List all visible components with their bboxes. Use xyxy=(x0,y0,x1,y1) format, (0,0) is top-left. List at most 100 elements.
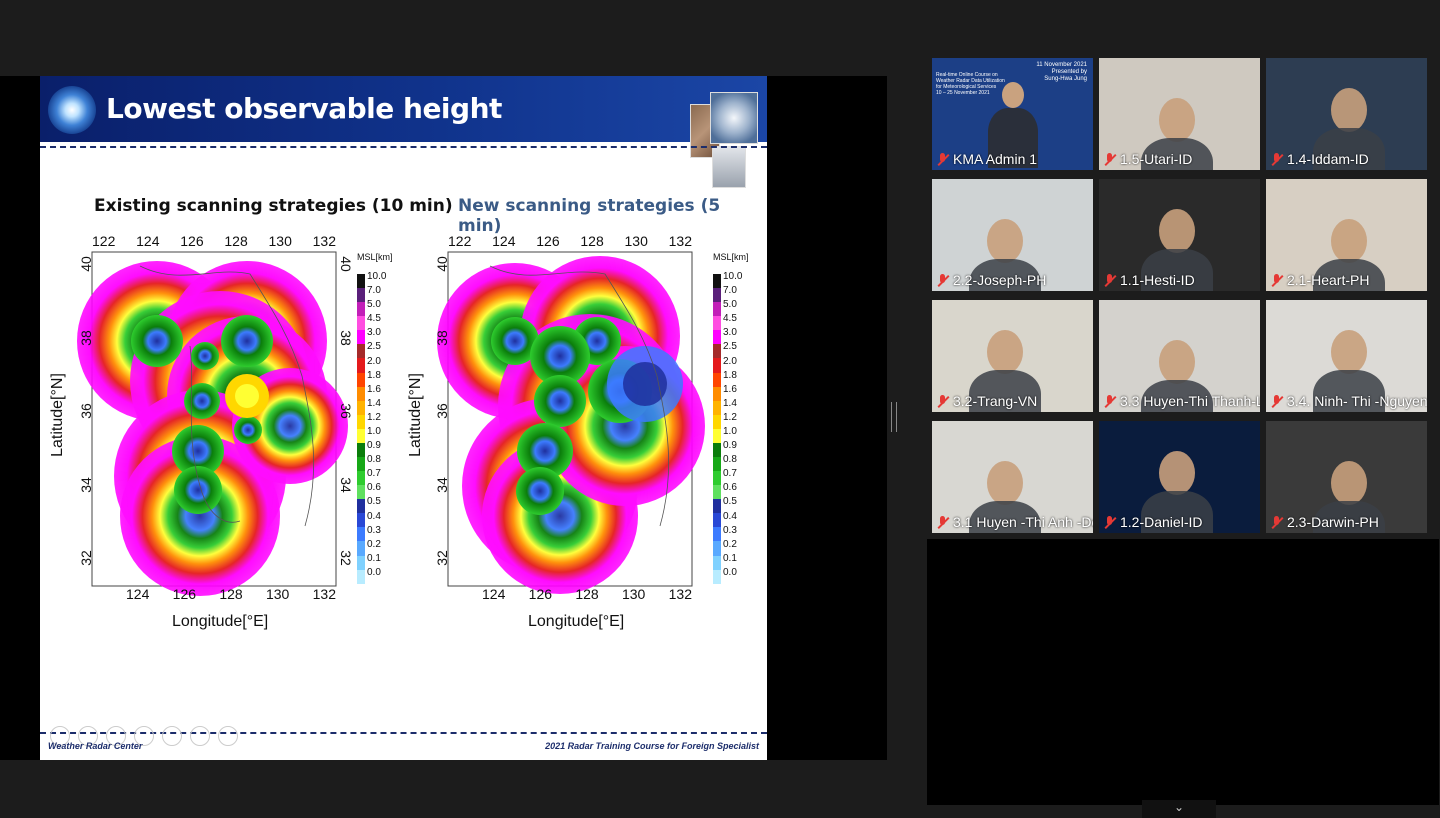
colorbar-level-label: 0.8 xyxy=(723,454,737,466)
right-colorbar xyxy=(713,274,721,584)
colorbar-swatch xyxy=(357,442,365,458)
colorbar-swatch xyxy=(357,457,365,472)
participant-name-label: 3.2-Trang-VN xyxy=(936,393,1037,409)
panel-resize-handle[interactable] xyxy=(891,402,897,432)
muted-mic-icon xyxy=(1103,152,1116,166)
participant-name-label: 2.3-Darwin-PH xyxy=(1270,514,1379,530)
footer-left-text: Weather Radar Center xyxy=(48,741,143,751)
participant-tile[interactable]: 2.1-Heart-PH xyxy=(1266,179,1427,291)
slide-header: Lowest observable height xyxy=(40,76,767,142)
colorbar-swatch xyxy=(713,288,721,303)
tick-label: 122 xyxy=(448,233,472,249)
gallery-empty-area xyxy=(927,539,1439,805)
presentation-slide: Lowest observable height Existing scanni… xyxy=(40,76,767,760)
header-divider xyxy=(40,146,767,148)
colorbar-swatch xyxy=(357,485,365,500)
tick-label: 126 xyxy=(172,586,197,602)
participant-name-label: 3.4. Ninh- Thi -Nguyen xyxy=(1270,393,1427,409)
tick-label: 40 xyxy=(337,256,354,272)
participant-name-label: 1.4-Iddam-ID xyxy=(1270,151,1369,167)
colorbar-level-label: 0.6 xyxy=(723,482,737,494)
colorbar-swatch xyxy=(357,428,365,443)
colorbar-level-label: 0.9 xyxy=(723,440,737,452)
left-lat-ticks: 40 38 36 34 32 xyxy=(78,256,94,566)
snow-tree-image xyxy=(712,146,746,188)
muted-mic-icon xyxy=(1103,515,1116,529)
participant-name: 1.1-Hesti-ID xyxy=(1120,272,1195,288)
tick-label: 32 xyxy=(77,550,94,566)
participant-tile[interactable]: 3.4. Ninh- Thi -Nguyen xyxy=(1266,300,1427,412)
tick-label: 130 xyxy=(268,233,292,249)
colorbar-level-label: 4.5 xyxy=(723,313,737,325)
avatar xyxy=(1331,461,1367,505)
chevron-down-icon[interactable]: ⌄ xyxy=(1142,800,1216,818)
participant-tile[interactable]: 3.2-Trang-VN xyxy=(932,300,1093,412)
participant-tile[interactable]: 1.2-Daniel-ID xyxy=(1099,421,1260,533)
tick-label: 126 xyxy=(528,586,553,602)
participant-tile[interactable]: 1.5-Utari-ID xyxy=(1099,58,1260,170)
muted-mic-icon xyxy=(1270,152,1283,166)
colorbar-swatch xyxy=(713,344,721,359)
participant-tile[interactable]: 11 November 2021 Presented by Sung-Hwa Jun… xyxy=(932,58,1093,170)
colorbar-swatch xyxy=(713,569,721,584)
tick-label: 38 xyxy=(337,329,354,346)
colorbar-swatch xyxy=(713,457,721,472)
participant-name: 1.4-Iddam-ID xyxy=(1287,151,1369,167)
colorbar-level-label: 2.5 xyxy=(367,341,381,353)
colorbar-level-label: 0.6 xyxy=(367,482,381,494)
participant-tile[interactable]: 3.3 Huyen-Thi Thanh-L... xyxy=(1099,300,1260,412)
colorbar-swatch xyxy=(357,555,365,570)
participant-name-label: 2.2-Joseph-PH xyxy=(936,272,1046,288)
radar-maps xyxy=(77,251,705,596)
colorbar-swatch xyxy=(713,485,721,500)
colorbar-level-label: 5.0 xyxy=(723,299,737,311)
tick-label: 132 xyxy=(312,233,336,249)
colorbar-level-label: 5.0 xyxy=(367,299,381,311)
left-top-lon-ticks: 122 124 126 128 130 132 xyxy=(92,233,336,249)
colorbar-swatch xyxy=(357,541,365,556)
colorbar-swatch xyxy=(713,400,721,415)
colorbar-level-label: 1.0 xyxy=(367,426,381,437)
participant-name-label: 1.1-Hesti-ID xyxy=(1103,272,1195,288)
colorbar-level-label: 0.1 xyxy=(367,552,381,564)
colorbar-level-label: 0.3 xyxy=(723,524,737,536)
colorbar-level-label: 1.4 xyxy=(723,397,737,409)
more-icon[interactable] xyxy=(218,726,238,746)
colorbar-level-label: 0.3 xyxy=(367,524,381,536)
colorbar-swatch xyxy=(357,400,365,415)
avatar xyxy=(1331,330,1367,374)
colorbar-level-label: 2.0 xyxy=(723,355,737,367)
colorbar-swatch xyxy=(713,302,721,317)
avatar xyxy=(987,461,1023,505)
participant-tile[interactable]: 2.2-Joseph-PH xyxy=(932,179,1093,291)
tick-label: 32 xyxy=(337,550,354,566)
tick-label: 128 xyxy=(580,233,604,249)
participant-tile[interactable]: 1.4-Iddam-ID xyxy=(1266,58,1427,170)
colorbar-swatch xyxy=(357,414,365,429)
left-radar-map xyxy=(77,251,348,596)
left-colorbar-title: MSL[km] xyxy=(357,252,393,262)
tick-label: 124 xyxy=(482,586,506,602)
colorbar-level-label: 1.2 xyxy=(723,411,737,423)
colorbar-level-label: 1.4 xyxy=(367,397,381,409)
participant-tile[interactable]: 1.1-Hesti-ID xyxy=(1099,179,1260,291)
colorbar-level-label: 0.0 xyxy=(723,566,737,578)
participant-tile[interactable]: 3.1 Huyen -Thi Anh -Do xyxy=(932,421,1093,533)
tick-label: 124 xyxy=(492,233,516,249)
colorbar-level-label: 10.0 xyxy=(367,271,387,282)
participant-tile[interactable]: 2.3-Darwin-PH xyxy=(1266,421,1427,533)
tick-label: 40 xyxy=(433,256,450,272)
participant-name: 3.3 Huyen-Thi Thanh-L... xyxy=(1120,393,1260,409)
tick-label: 38 xyxy=(77,329,94,346)
tick-label: 36 xyxy=(77,403,94,419)
zoom-icon[interactable] xyxy=(162,726,182,746)
left-panel-title: Existing scanning strategies (10 min) xyxy=(94,196,453,216)
tick-label: 128 xyxy=(224,233,248,249)
colorbar-level-label: 1.8 xyxy=(367,369,381,381)
left-y-axis-label: Latitude[°N] xyxy=(48,373,66,457)
avatar xyxy=(1331,219,1367,263)
muted-mic-icon xyxy=(1270,394,1283,408)
grid-icon[interactable] xyxy=(190,726,210,746)
tick-label: 132 xyxy=(668,586,692,602)
colorbar-swatch xyxy=(713,372,721,387)
